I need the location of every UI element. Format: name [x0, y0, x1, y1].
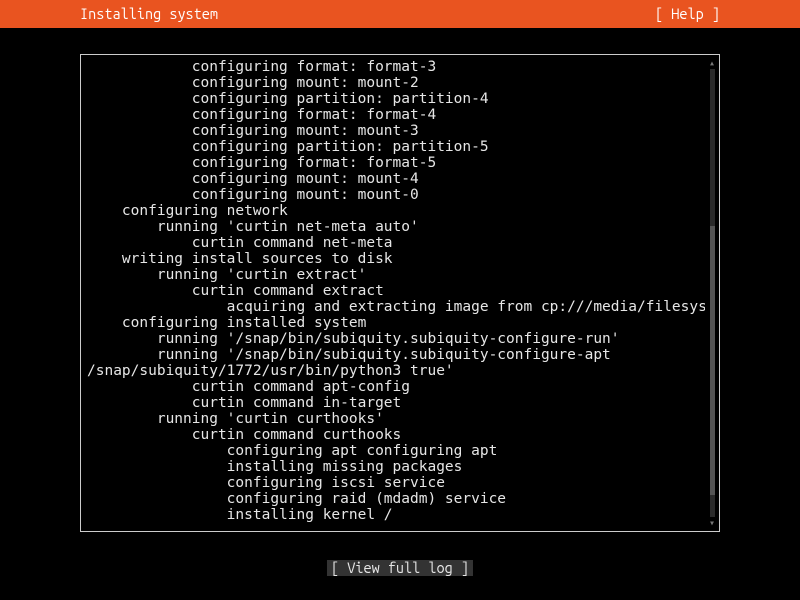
scroll-track[interactable]	[710, 69, 715, 517]
help-button[interactable]: [ Help ]	[655, 6, 720, 22]
log-frame: configuring format: format-3 configuring…	[80, 54, 720, 532]
page-title: Installing system	[80, 6, 218, 22]
log-scrollbar[interactable]: ▴ ▾	[709, 59, 716, 527]
scroll-thumb[interactable]	[710, 226, 715, 495]
scroll-up-icon[interactable]: ▴	[709, 59, 716, 67]
install-log: configuring format: format-3 configuring…	[87, 59, 705, 527]
view-full-log-button[interactable]: [ View full log ]	[327, 560, 473, 576]
scroll-down-icon[interactable]: ▾	[709, 519, 716, 527]
header-bar: Installing system [ Help ]	[0, 0, 800, 28]
